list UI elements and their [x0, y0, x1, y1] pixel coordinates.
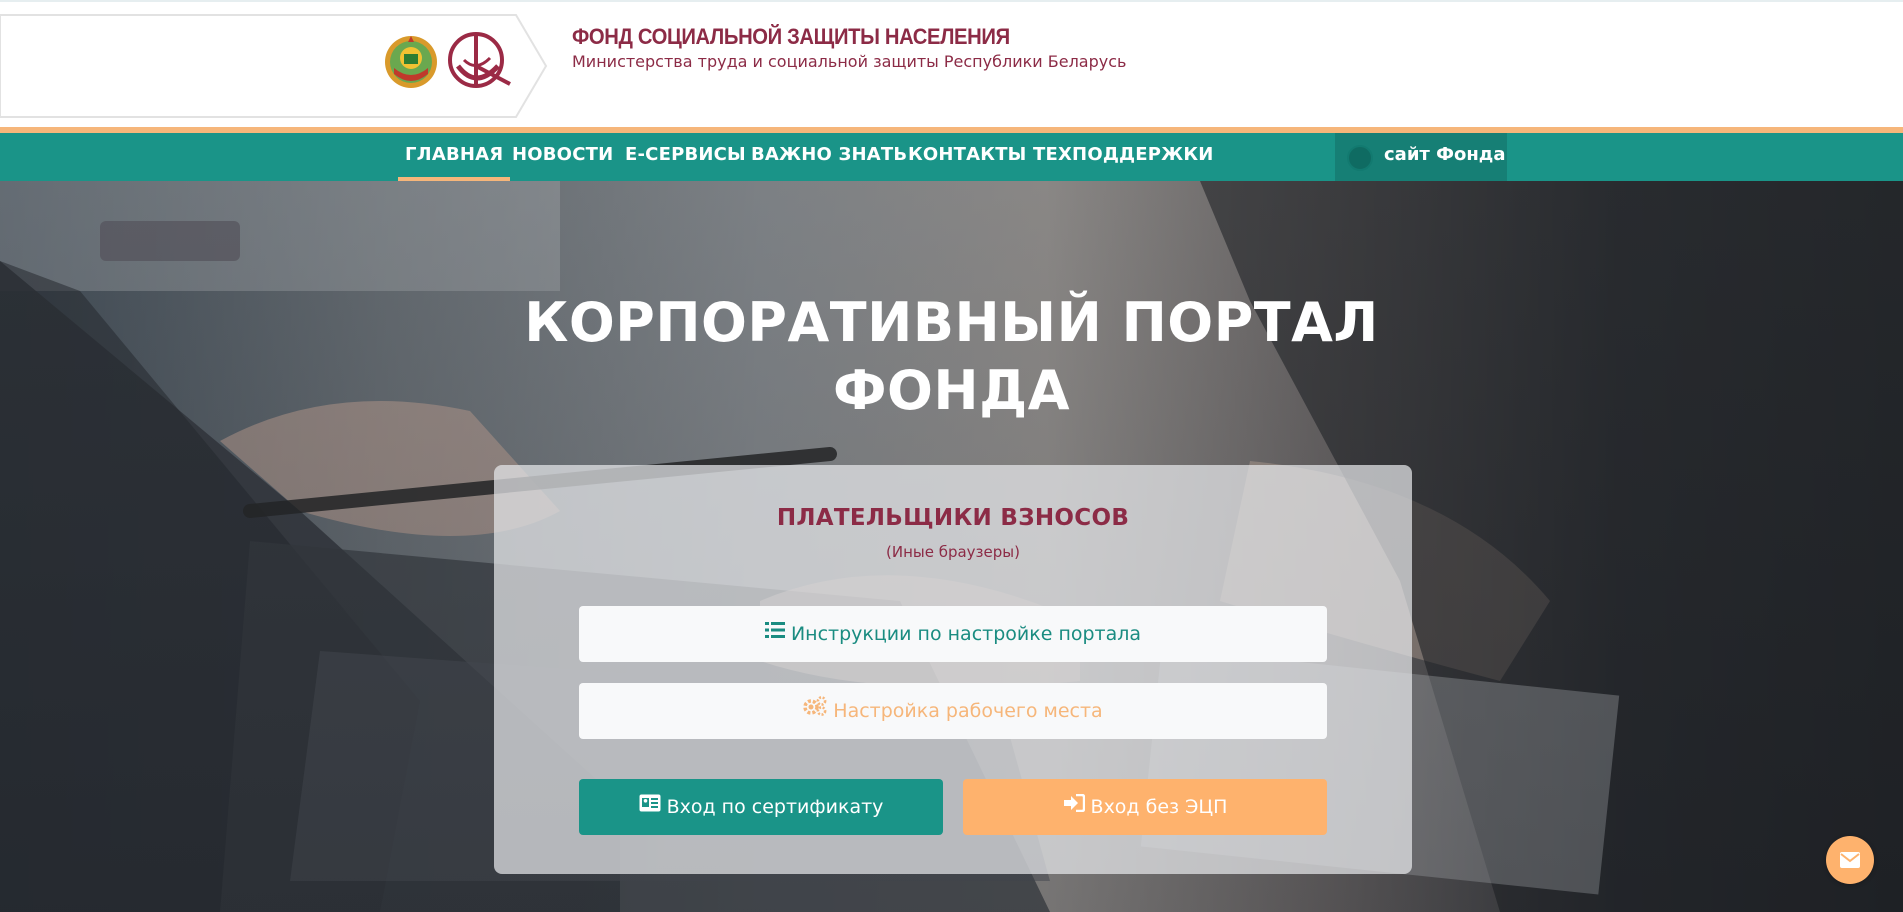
gears-icon [803, 682, 827, 738]
id-card-icon [639, 778, 661, 834]
panel-title: ПЛАТЕЛЬЩИКИ ВЗНОСОВ [776, 505, 1130, 531]
certificate-login-label: Вход по сертификату [666, 796, 884, 818]
main-navigation: ГЛАВНАЯ НОВОСТИ Е-СЕРВИСЫ ВАЖНО ЗНАТЬ КО… [0, 133, 1903, 181]
nav-item-support-contacts[interactable]: КОНТАКТЫ ТЕХПОДДЕРЖКИ [908, 133, 1214, 181]
hero-title: КОРПОРАТИВНЫЙ ПОРТАЛ ФОНДА [0, 289, 1903, 425]
fund-site-label: сайт Фонда [1384, 144, 1506, 165]
nav-item-news[interactable]: НОВОСТИ [512, 133, 613, 181]
feedback-mail-button[interactable] [1826, 836, 1874, 884]
hero-section: КОРПОРАТИВНЫЙ ПОРТАЛ ФОНДА ПЛАТЕЛЬЩИКИ В… [0, 181, 1903, 912]
fund-site-link[interactable]: сайт Фонда [1335, 133, 1507, 181]
state-emblem-icon[interactable] [382, 32, 440, 90]
envelope-icon [1840, 852, 1860, 868]
nav-item-eservices[interactable]: Е-СЕРВИСЫ [625, 133, 746, 181]
instructions-button[interactable]: Инструкции по настройке портала [579, 606, 1327, 662]
fund-logo-icon[interactable] [446, 30, 514, 92]
sign-in-icon [1063, 778, 1085, 834]
list-icon [764, 605, 785, 661]
no-ecp-login-label: Вход без ЭЦП [1090, 796, 1228, 818]
setup-label: Настройка рабочего места [833, 700, 1103, 722]
no-ecp-login-button[interactable]: Вход без ЭЦП [963, 779, 1327, 835]
certificate-login-button[interactable]: Вход по сертификату [579, 779, 943, 835]
panel-subtitle: (Иные браузеры) [886, 543, 1020, 561]
hero-title-line-2: ФОНДА [832, 359, 1071, 422]
site-globe-icon [1347, 145, 1373, 171]
instructions-label: Инструкции по настройке портала [790, 623, 1142, 645]
hero-title-line-1: КОРПОРАТИВНЫЙ ПОРТАЛ [524, 291, 1379, 354]
payers-panel: ПЛАТЕЛЬЩИКИ ВЗНОСОВ (Иные браузеры) Инст… [494, 465, 1412, 874]
nav-item-important[interactable]: ВАЖНО ЗНАТЬ [751, 133, 907, 181]
org-subtitle: Министерства труда и социальной защиты Р… [572, 52, 1127, 71]
workplace-setup-button[interactable]: Настройка рабочего места [579, 683, 1327, 739]
site-header: ФОНД СОЦИАЛЬНОЙ ЗАЩИТЫ НАСЕЛЕНИЯ Министе… [0, 2, 1903, 128]
org-title: ФОНД СОЦИАЛЬНОЙ ЗАЩИТЫ НАСЕЛЕНИЯ [572, 24, 1010, 49]
nav-item-home[interactable]: ГЛАВНАЯ [398, 133, 511, 181]
